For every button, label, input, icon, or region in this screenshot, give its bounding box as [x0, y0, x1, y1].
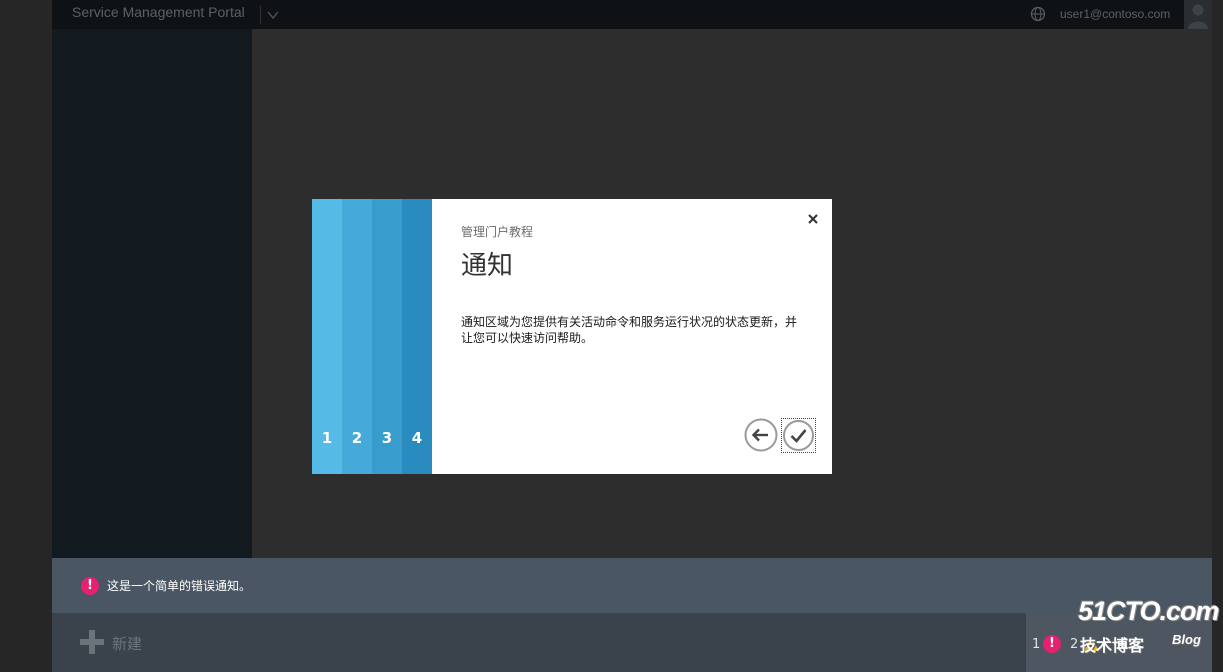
step-label: 1 — [321, 429, 333, 447]
error-count[interactable]: 1 — [1032, 637, 1040, 652]
user-email[interactable]: user1@contoso.com — [1060, 7, 1170, 21]
portal-title[interactable]: Service Management Portal — [72, 4, 245, 20]
step-1[interactable]: 1 — [312, 199, 342, 474]
error-count-icon[interactable]: ! — [1043, 635, 1061, 653]
step-label: 3 — [381, 429, 393, 447]
step-label: 4 — [411, 429, 423, 447]
left-gutter — [0, 0, 52, 672]
close-icon[interactable] — [807, 213, 819, 225]
step-indicator: 1 2 3 4 — [312, 199, 432, 474]
watermark-main: 51CTO.com — [1078, 596, 1220, 626]
avatar[interactable] — [1184, 0, 1212, 29]
globe-icon[interactable] — [1030, 6, 1046, 22]
new-button[interactable]: 新建 — [112, 633, 142, 654]
top-bar: Service Management Portal user1@contoso.… — [52, 0, 1212, 29]
watermark-sub: 技术博客 — [1080, 636, 1145, 655]
watermark-blog: Blog — [1172, 632, 1201, 647]
command-bar: 新建 1 ! 2 — [52, 613, 1212, 672]
title-divider — [260, 6, 261, 24]
step-3[interactable]: 3 — [372, 199, 402, 474]
plus-icon[interactable] — [80, 630, 104, 654]
notification-text: 这是一个简单的错误通知。 — [107, 579, 252, 593]
checkmark-icon — [783, 420, 814, 451]
dialog-title: 通知 — [461, 251, 514, 281]
error-icon: ! — [81, 577, 99, 595]
step-4[interactable]: 4 — [402, 199, 432, 474]
back-button[interactable] — [744, 418, 778, 452]
dialog-subtitle: 管理门户教程 — [461, 225, 534, 239]
right-gutter — [1212, 0, 1223, 672]
finish-button[interactable] — [781, 418, 816, 453]
screen: Service Management Portal user1@contoso.… — [0, 0, 1223, 672]
dialog-body: 通知区域为您提供有关活动命令和服务运行状况的状态更新，并让您可以快速访问帮助。 — [461, 315, 798, 345]
step-label: 2 — [351, 429, 363, 447]
user-silhouette-icon — [1188, 4, 1208, 29]
watermark-logo: 51CTO.com 技术博客 Blog — [1078, 596, 1220, 656]
notification-bar: ! 这是一个简单的错误通知。 — [52, 558, 1212, 613]
tutorial-dialog: 1 2 3 4 管理门户教程 通知 通知区域为您提供有关活动命令和服务运行状况的… — [312, 199, 832, 474]
step-2[interactable]: 2 — [342, 199, 372, 474]
sidebar — [52, 29, 252, 558]
chevron-down-icon[interactable] — [266, 8, 280, 22]
